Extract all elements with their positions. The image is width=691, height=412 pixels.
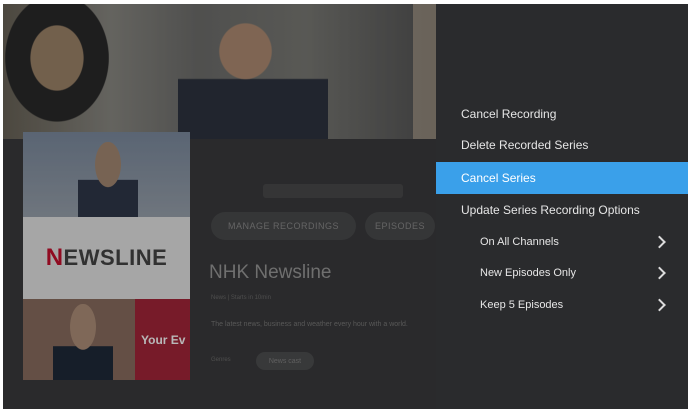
chevron-right-icon <box>653 235 666 249</box>
chevron-right-icon <box>653 266 666 280</box>
delete-recorded-series-item[interactable]: Delete Recorded Series <box>436 133 688 157</box>
on-all-channels-option[interactable]: On All Channels <box>436 230 688 254</box>
option-label: Keep 5 Episodes <box>480 299 564 311</box>
option-label: On All Channels <box>480 236 559 248</box>
option-label: New Episodes Only <box>480 267 576 279</box>
tv-screen: NEWSLINE Your Ev MANAGE RECORDINGS EPISO… <box>3 4 688 409</box>
keep-episodes-option[interactable]: Keep 5 Episodes <box>436 293 688 317</box>
recording-options-menu: Cancel Recording Delete Recorded Series … <box>436 4 688 409</box>
update-series-options-item[interactable]: Update Series Recording Options <box>436 198 688 222</box>
cancel-recording-item[interactable]: Cancel Recording <box>436 102 688 126</box>
background-hero: NEWSLINE Your Ev MANAGE RECORDINGS EPISO… <box>3 4 436 409</box>
cancel-series-item[interactable]: Cancel Series <box>436 162 688 194</box>
chevron-right-icon <box>653 298 666 312</box>
new-episodes-only-option[interactable]: New Episodes Only <box>436 261 688 285</box>
